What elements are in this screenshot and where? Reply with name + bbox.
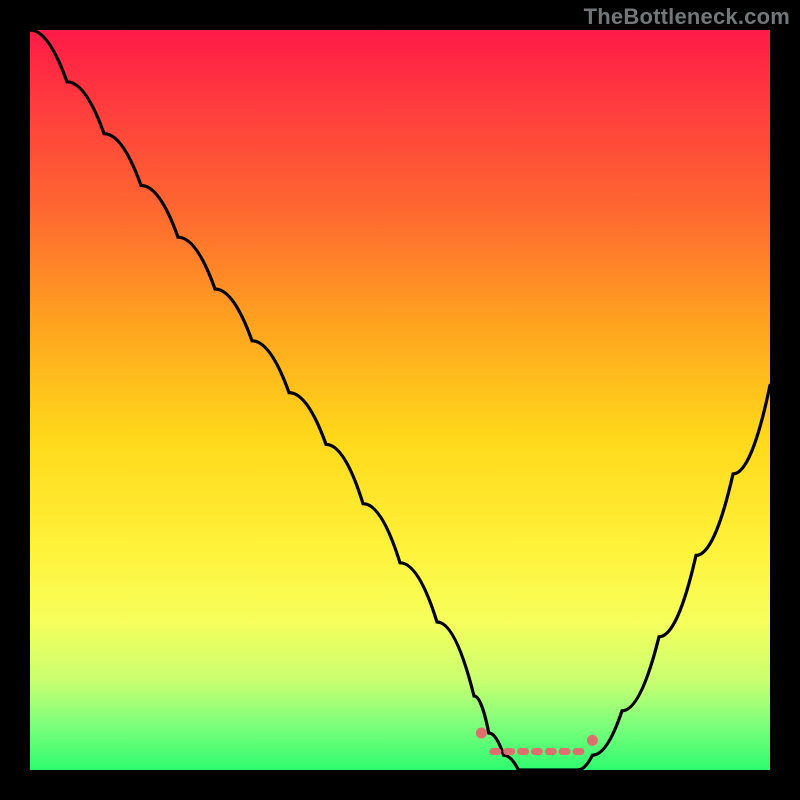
optimal-range-markers bbox=[476, 728, 598, 756]
plot-area bbox=[30, 30, 770, 770]
bottleneck-curve bbox=[30, 30, 770, 770]
curve-svg bbox=[30, 30, 770, 770]
attribution-label: TheBottleneck.com bbox=[584, 4, 790, 30]
chart-frame: TheBottleneck.com bbox=[0, 0, 800, 800]
